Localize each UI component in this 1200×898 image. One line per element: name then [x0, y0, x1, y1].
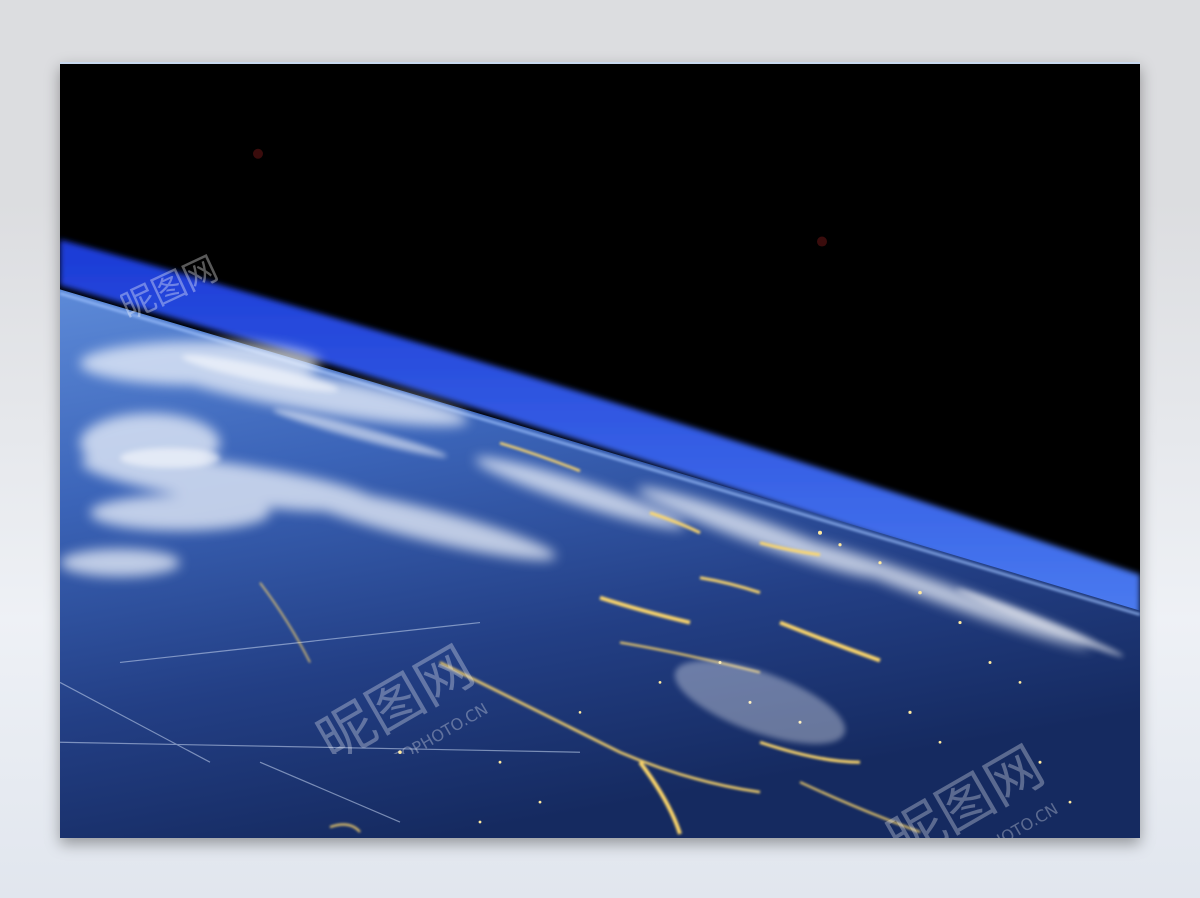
earth-illustration: [60, 64, 1140, 838]
dim-star: [817, 236, 827, 247]
dim-star: [253, 148, 263, 159]
earth-photo: 昵图网 昵图网 PHOTOPHOTO.CN 昵图网 PHOTOPHOTO.CN: [60, 62, 1140, 838]
